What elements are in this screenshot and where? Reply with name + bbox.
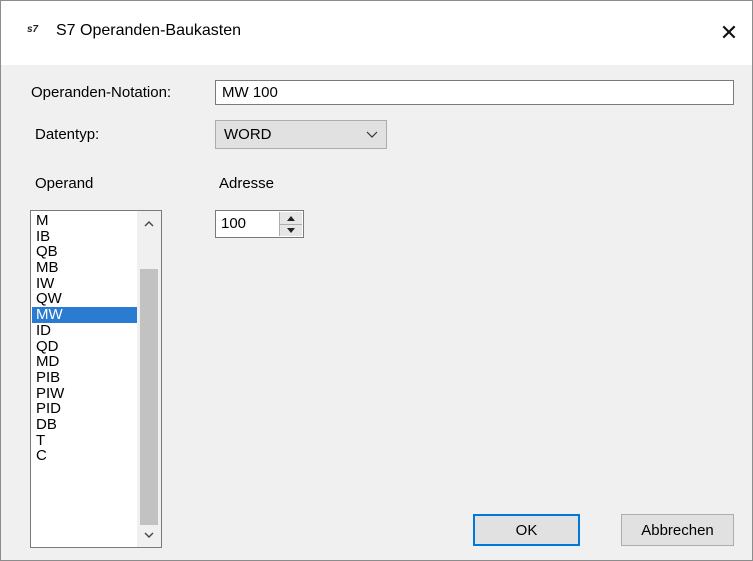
spin-down-icon [287, 228, 295, 233]
list-item[interactable]: T [32, 432, 138, 449]
list-item[interactable]: MW [32, 307, 138, 323]
list-item[interactable]: IW [32, 276, 138, 292]
list-item[interactable]: QD [32, 338, 138, 355]
scroll-up-button[interactable] [137, 213, 161, 233]
scrollbar[interactable] [137, 211, 161, 547]
list-item[interactable]: PID [32, 401, 138, 417]
list-item[interactable]: QW [32, 291, 138, 307]
chevron-down-icon [366, 131, 378, 138]
notation-field[interactable]: MW 100 [215, 80, 734, 105]
arrow-up-icon [144, 220, 154, 226]
scroll-thumb[interactable] [140, 269, 158, 525]
spinner-buttons [279, 212, 302, 236]
datatype-label: Datentyp: [35, 126, 100, 143]
spin-down-button[interactable] [280, 224, 302, 236]
datatype-value: WORD [224, 126, 272, 143]
operand-items: M IB QB MB IW QW MW ID QD MD PIB PIW PID DB T C [32, 213, 138, 464]
close-button[interactable]: ✕ [706, 1, 752, 65]
dialog-window: s7 S7 Operanden-Baukasten ✕ Operanden-No… [0, 0, 753, 561]
list-item[interactable]: MD [32, 354, 138, 370]
list-item[interactable]: MB [32, 260, 138, 276]
list-item[interactable]: QB [32, 244, 138, 260]
list-item[interactable]: IB [32, 228, 138, 245]
list-item[interactable]: C [32, 448, 138, 464]
datatype-select[interactable]: WORD [215, 120, 387, 149]
notation-label: Operanden-Notation: [31, 84, 172, 101]
cancel-button[interactable]: Abbrechen [621, 514, 734, 546]
close-icon: ✕ [719, 20, 739, 45]
address-label: Adresse [219, 175, 275, 192]
operand-listbox[interactable]: M IB QB MB IW QW MW ID QD MD PIB PIW PID DB T C [30, 210, 162, 548]
ok-button[interactable]: OK [473, 514, 580, 546]
list-item[interactable]: DB [32, 417, 138, 433]
spin-up-button[interactable] [280, 212, 302, 224]
operand-label: Operand [35, 175, 94, 192]
scroll-down-button[interactable] [137, 525, 161, 545]
s7-icon: s7 [27, 24, 39, 35]
list-item[interactable]: PIB [32, 370, 138, 386]
list-item[interactable]: PIW [32, 385, 138, 402]
window-title: S7 Operanden-Baukasten [56, 22, 242, 39]
address-value[interactable]: 100 [221, 215, 246, 232]
spin-up-icon [287, 215, 295, 221]
list-item[interactable]: ID [32, 323, 138, 339]
address-spinner[interactable]: 100 [215, 210, 304, 238]
title-bar: s7 S7 Operanden-Baukasten ✕ [1, 1, 752, 65]
arrow-down-icon [144, 532, 154, 538]
list-item[interactable]: M [32, 213, 138, 229]
